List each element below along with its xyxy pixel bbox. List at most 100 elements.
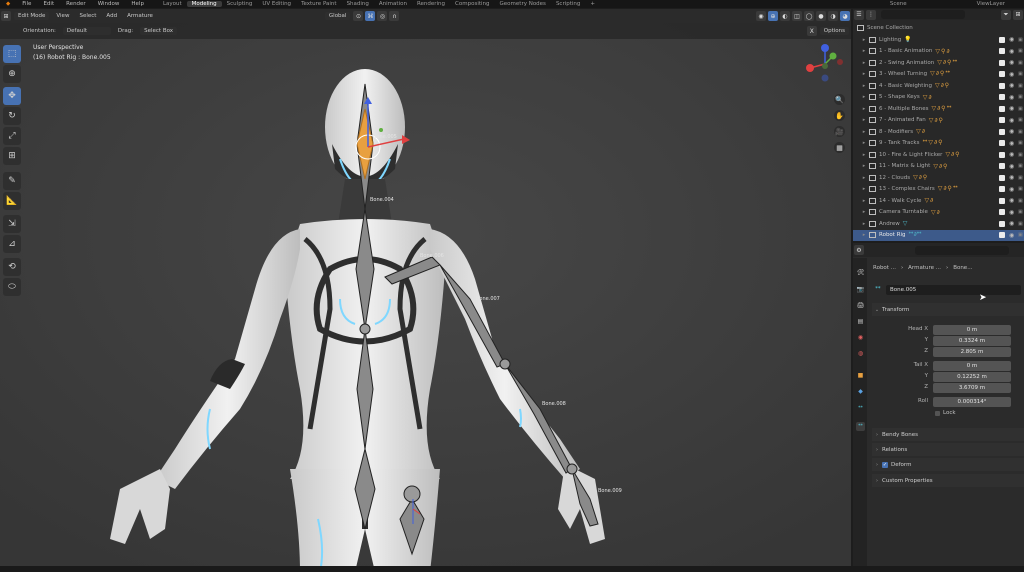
- eye-icon[interactable]: ◉: [1009, 105, 1014, 112]
- workspace-tab-sculpting[interactable]: Sculpting: [222, 1, 258, 7]
- outliner-row[interactable]: ▸ 5 - Shape Keys ▽∂ ◉ ▣: [853, 92, 1024, 103]
- proportional-edit-icon[interactable]: ◎: [377, 11, 388, 21]
- perspective-toggle-icon[interactable]: ▦: [834, 142, 845, 153]
- chevron-right-icon[interactable]: ▸: [859, 209, 869, 215]
- outliner-row[interactable]: ▸ 10 - Fire & Light Flicker ▽∂⚲ ◉ ▣: [853, 149, 1024, 160]
- outliner-row[interactable]: ▸ Andrew ▽ ◉ ▣: [853, 218, 1024, 229]
- scene-selector[interactable]: Scene: [885, 1, 912, 7]
- bone-name-field[interactable]: Bone.005: [886, 285, 1021, 295]
- zoom-icon[interactable]: 🔍: [834, 94, 845, 105]
- render-camera-icon[interactable]: ▣: [1018, 129, 1023, 135]
- outliner-row[interactable]: ▸ 7 - Animated Fan ▽∂⚲ ◉ ▣: [853, 115, 1024, 126]
- workspace-tab-compositing[interactable]: Compositing: [450, 1, 494, 7]
- menu-armature[interactable]: Armature: [122, 13, 158, 19]
- menu-view[interactable]: View: [51, 13, 74, 19]
- bone-tab-icon[interactable]: ᕯ: [856, 422, 865, 431]
- shading-wireframe-icon[interactable]: ◯: [804, 11, 814, 21]
- chevron-right-icon[interactable]: ▸: [859, 232, 869, 238]
- eye-icon[interactable]: ◉: [1009, 197, 1014, 204]
- select-box-tool[interactable]: ⬚: [3, 45, 21, 63]
- outliner-row[interactable]: ▸ Robot Rig ᕯ∂ᕯ ◉ ▣: [853, 229, 1024, 241]
- eye-icon[interactable]: ◉: [1009, 186, 1014, 193]
- shading-solid-icon[interactable]: ●: [816, 11, 826, 21]
- render-camera-icon[interactable]: ▣: [1018, 37, 1023, 43]
- deform-checkbox[interactable]: ✓: [882, 461, 888, 468]
- 3d-viewport[interactable]: [0, 9, 851, 572]
- render-tab-icon[interactable]: 📷: [856, 285, 865, 294]
- outliner-row[interactable]: ▸ 3 - Wheel Turning ▽∂⚲ᕯ ◉ ▣: [853, 69, 1024, 80]
- render-camera-icon[interactable]: ▣: [1018, 106, 1023, 112]
- menu-edit[interactable]: Edit: [37, 1, 60, 7]
- deform-panel-header[interactable]: › ✓ Deform: [872, 458, 1024, 471]
- exclude-checkbox[interactable]: [999, 186, 1005, 192]
- exclude-checkbox[interactable]: [999, 117, 1005, 123]
- gizmo-toggle-icon[interactable]: ⊕: [768, 11, 778, 21]
- render-camera-icon[interactable]: ▣: [1018, 117, 1023, 123]
- chevron-right-icon[interactable]: ▸: [859, 129, 869, 135]
- workspace-tab-scripting[interactable]: Scripting: [551, 1, 585, 7]
- render-camera-icon[interactable]: ▣: [1018, 71, 1023, 77]
- move-tool[interactable]: ✥: [3, 87, 21, 105]
- xray-icon[interactable]: ◫: [792, 11, 802, 21]
- workspace-tab-rendering[interactable]: Rendering: [412, 1, 450, 7]
- chevron-right-icon[interactable]: ▸: [859, 198, 869, 204]
- lock-checkbox[interactable]: [935, 411, 940, 416]
- filter-icon[interactable]: ⏷: [1001, 9, 1011, 20]
- eye-icon[interactable]: ◉: [1009, 82, 1014, 89]
- tail-z-field[interactable]: 3.6709 m: [933, 383, 1011, 393]
- workspace-tab-uv-editing[interactable]: UV Editing: [257, 1, 296, 7]
- outliner-row[interactable]: ▸ 1 - Basic Animation ▽⚲∂ ◉ ▣: [853, 46, 1024, 57]
- render-camera-icon[interactable]: ▣: [1018, 209, 1023, 215]
- bendy-bones-panel-header[interactable]: › Bendy Bones: [872, 428, 1024, 441]
- pivot-icon[interactable]: ⊙: [353, 11, 364, 21]
- outliner-row[interactable]: ▸ Lighting 💡 ◉ ▣: [853, 34, 1024, 45]
- chevron-right-icon[interactable]: ▸: [859, 71, 869, 77]
- new-collection-icon[interactable]: ⊞: [1013, 9, 1023, 20]
- eye-icon[interactable]: ◉: [1009, 128, 1014, 135]
- chevron-right-icon[interactable]: ▸: [859, 117, 869, 123]
- eye-icon[interactable]: ◉: [1009, 59, 1014, 66]
- menu-render[interactable]: Render: [60, 1, 92, 7]
- exclude-checkbox[interactable]: [999, 128, 1005, 135]
- snap-icon[interactable]: ⌘: [365, 11, 376, 21]
- workspace-tab-shading[interactable]: Shading: [342, 1, 374, 7]
- shading-material-icon[interactable]: ◑: [828, 11, 838, 21]
- outliner-row[interactable]: ▸ 12 - Clouds ▽∂⚲ ◉ ▣: [853, 172, 1024, 183]
- render-camera-icon[interactable]: ▣: [1018, 221, 1023, 227]
- relations-panel-header[interactable]: › Relations: [872, 443, 1024, 456]
- camera-view-icon[interactable]: 🎥: [834, 126, 845, 137]
- exclude-checkbox[interactable]: [999, 48, 1005, 54]
- render-camera-icon[interactable]: ▣: [1018, 232, 1023, 238]
- outliner-row[interactable]: ▸ 14 - Walk Cycle ▽∂ ◉ ▣: [853, 195, 1024, 206]
- transform-tool[interactable]: ⊞: [3, 147, 21, 165]
- tool-tab-icon[interactable]: 🛠: [856, 268, 865, 277]
- eye-icon[interactable]: ◉: [1009, 163, 1014, 170]
- tail-x-field[interactable]: 0 m: [933, 361, 1011, 371]
- eye-icon[interactable]: ◉: [1009, 48, 1014, 55]
- exclude-checkbox[interactable]: [999, 71, 1005, 77]
- drag-dropdown[interactable]: Select Box: [140, 27, 178, 35]
- breadcrumb-bone[interactable]: Bone...: [953, 265, 972, 271]
- physics-tab-icon[interactable]: ◆: [856, 387, 865, 396]
- render-camera-icon[interactable]: ▣: [1018, 48, 1023, 54]
- eye-icon[interactable]: ◉: [1009, 94, 1014, 101]
- outliner-row[interactable]: ▸ 9 - Tank Tracks ᕯ▽∂⚲ ◉ ▣: [853, 138, 1024, 149]
- chevron-right-icon[interactable]: ▸: [859, 106, 869, 112]
- eye-icon[interactable]: ◉: [1009, 151, 1014, 158]
- outliner-filter-display-icon[interactable]: ⋮: [866, 9, 876, 20]
- menu-select[interactable]: Select: [74, 13, 101, 19]
- exclude-checkbox[interactable]: [999, 232, 1005, 238]
- properties-search-input[interactable]: [915, 245, 1009, 255]
- render-camera-icon[interactable]: ▣: [1018, 163, 1023, 169]
- head-z-field[interactable]: 2.805 m: [933, 347, 1011, 357]
- pan-hand-icon[interactable]: ✋: [834, 110, 845, 121]
- menu-help[interactable]: Help: [125, 1, 150, 7]
- outliner-row[interactable]: ▸ 6 - Multiple Bones ▽∂⚲ᕯ ◉ ▣: [853, 103, 1024, 114]
- extrude-tool[interactable]: ⇲: [3, 215, 21, 233]
- render-camera-icon[interactable]: ▣: [1018, 83, 1023, 89]
- exclude-checkbox[interactable]: [999, 59, 1005, 66]
- mirror-x-toggle[interactable]: X: [806, 26, 817, 36]
- tail-y-field[interactable]: 0.12252 m: [933, 372, 1011, 382]
- blender-logo-icon[interactable]: ◆: [0, 1, 16, 7]
- navigation-gizmo[interactable]: [803, 42, 847, 86]
